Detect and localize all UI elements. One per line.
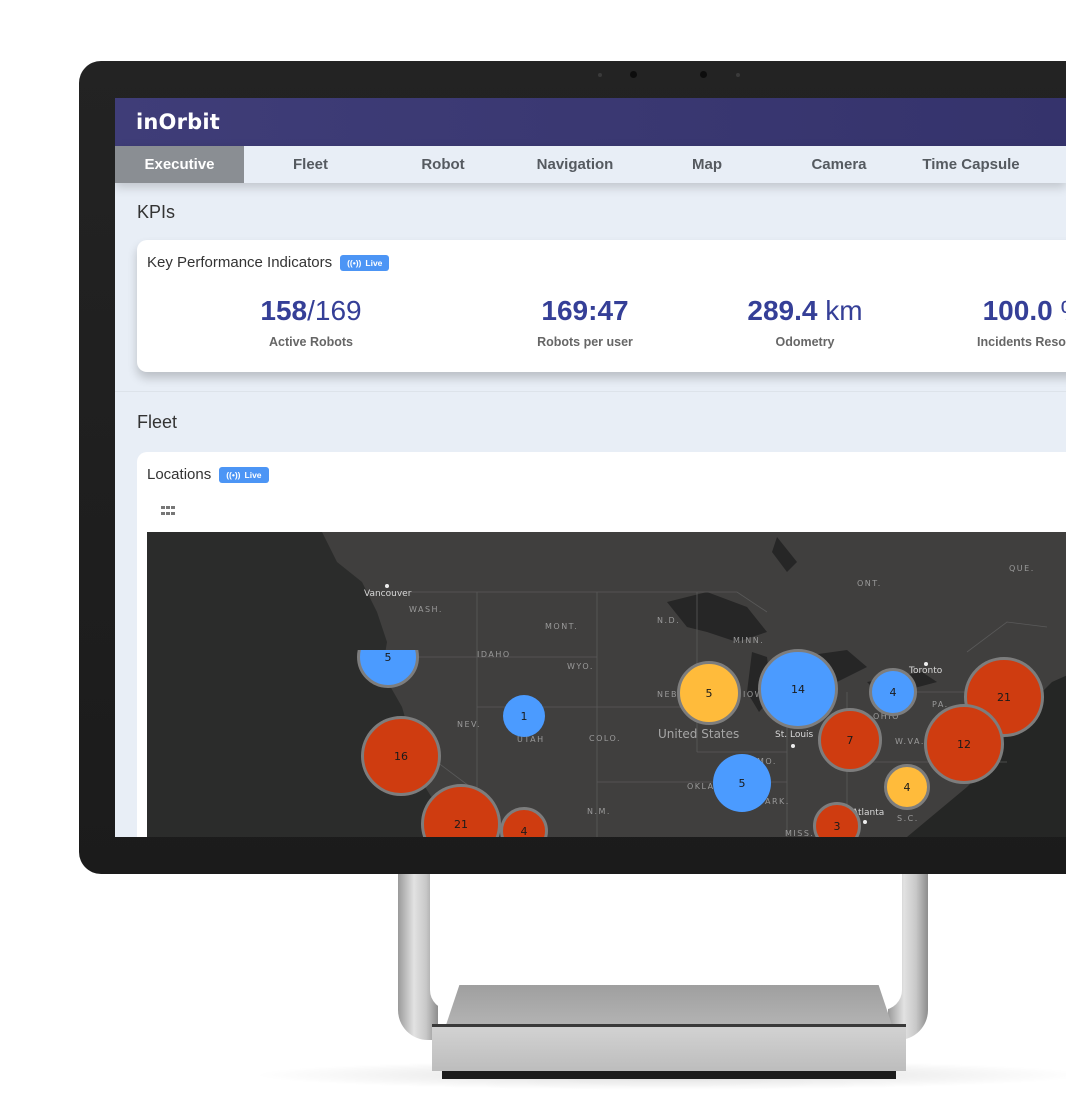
tab-map[interactable]: Map — [641, 146, 773, 183]
section-divider — [115, 391, 1066, 392]
main-tabs: Executive Fleet Robot Navigation Map Cam… — [115, 146, 1066, 183]
tab-fleet[interactable]: Fleet — [244, 146, 377, 183]
map-cluster[interactable]: 5 — [677, 661, 741, 725]
city-label: Vancouver — [364, 589, 412, 599]
fleet-map[interactable]: WASH. MONT. N.D. MINN. ONT. QUE. IDAHO W… — [147, 532, 1066, 837]
camera-icon — [700, 71, 707, 78]
app-screen: inOrbit Executive Fleet Robot Navigation… — [115, 98, 1066, 837]
map-cluster[interactable]: 1 — [503, 695, 545, 737]
kpi-incidents-resolved: 100.0 % Incidents Resolved — [909, 295, 1066, 349]
map-cluster[interactable]: 5 — [357, 650, 419, 688]
map-cluster[interactable]: 7 — [818, 708, 882, 772]
tab-camera[interactable]: Camera — [773, 146, 905, 183]
map-region-label: ONT. — [857, 579, 882, 588]
cluster-count: 21 — [454, 817, 468, 831]
tab-robot[interactable]: Robot — [377, 146, 509, 183]
city-marker — [385, 584, 389, 588]
camera-icon — [630, 71, 637, 78]
map-region-label: MINN. — [733, 636, 765, 645]
monitor-base-vent — [442, 1071, 896, 1079]
app-header: inOrbit — [115, 98, 1066, 146]
tab-executive[interactable]: Executive — [115, 146, 244, 183]
kpi-value: 169:47 — [460, 295, 710, 327]
kpi-odometry: 289.4 km Odometry — [680, 295, 930, 349]
map-cluster[interactable]: 4 — [884, 764, 930, 810]
tab-time-capsule[interactable]: Time Capsule — [905, 146, 1037, 183]
cluster-count: 3 — [833, 819, 841, 833]
cluster-count: 7 — [846, 733, 854, 747]
locations-card: Locations ((•)) Live WASH. MONT. N.D. MI… — [137, 452, 1066, 837]
kpi-value-suffix: /169 — [307, 295, 362, 326]
sensor-icon — [736, 73, 740, 77]
cluster-count: 21 — [997, 690, 1011, 704]
map-region-label: N.D. — [657, 616, 681, 625]
kpi-label: Odometry — [775, 335, 835, 349]
kpi-value-main: 169:47 — [541, 295, 629, 326]
kpi-value-suffix: km — [817, 295, 863, 326]
cluster-count: 14 — [791, 682, 805, 696]
live-badge: ((•)) Live — [219, 466, 269, 483]
broadcast-icon: ((•)) — [226, 469, 241, 480]
cluster-count: 4 — [903, 780, 911, 794]
map-cluster[interactable]: 16 — [361, 716, 441, 796]
map-cluster[interactable]: 12 — [924, 704, 1004, 784]
map-region-label: WASH. — [409, 605, 443, 614]
sensor-icon — [598, 73, 602, 77]
monitor-base-top — [446, 985, 892, 1025]
map-cluster[interactable]: 4 — [869, 668, 917, 716]
cluster-count: 4 — [889, 685, 897, 699]
kpi-value: 289.4 km — [680, 295, 930, 327]
kpi-card-title: Key Performance Indicators — [147, 254, 333, 271]
live-badge-label: Live — [244, 469, 262, 480]
logo[interactable]: inOrbit — [136, 110, 220, 134]
map-region-label: MONT. — [545, 622, 579, 631]
cluster-count: 16 — [394, 749, 408, 763]
kpi-card-heading: Key Performance Indicators ((•)) Live — [147, 254, 390, 271]
kpis-section-title: KPIs — [137, 202, 176, 222]
cluster-count: 5 — [384, 651, 392, 664]
monitor-base — [432, 1027, 906, 1071]
broadcast-icon: ((•)) — [347, 257, 362, 268]
kpi-label: Incidents Resolved — [977, 335, 1066, 349]
kpi-label: Robots per user — [537, 335, 633, 349]
cluster-count: 5 — [738, 776, 746, 790]
fleet-section-title: Fleet — [137, 412, 178, 432]
map-region-label: QUE. — [1009, 564, 1035, 573]
logo-text: inOrbit — [136, 110, 221, 134]
kpi-value: 158/169 — [186, 295, 436, 327]
cluster-count: 12 — [957, 737, 971, 751]
kpi-label: Active Robots — [268, 335, 354, 349]
live-badge-label: Live — [365, 257, 383, 268]
kpi-robots-per-user: 169:47 Robots per user — [460, 295, 710, 349]
locations-card-heading: Locations ((•)) Live — [147, 466, 269, 483]
grid-icon[interactable] — [161, 506, 175, 517]
kpi-active-robots: 158/169 Active Robots — [186, 295, 436, 349]
kpi-value-main: 289.4 — [747, 295, 818, 326]
kpi-value: 100.0 % — [909, 295, 1066, 327]
live-badge: ((•)) Live — [340, 254, 390, 271]
cluster-count: 5 — [705, 686, 713, 700]
kpi-value-main: 100.0 — [982, 295, 1053, 326]
kpi-card: Key Performance Indicators ((•)) Live 15… — [137, 240, 1066, 372]
tab-navigation[interactable]: Navigation — [509, 146, 641, 183]
cluster-count: 4 — [520, 824, 528, 838]
cluster-count: 1 — [520, 709, 528, 723]
kpi-value-suffix: % — [1053, 295, 1066, 326]
locations-card-title: Locations — [147, 466, 212, 483]
map-cluster[interactable]: 5 — [713, 754, 771, 812]
kpi-value-main: 158 — [260, 295, 308, 326]
